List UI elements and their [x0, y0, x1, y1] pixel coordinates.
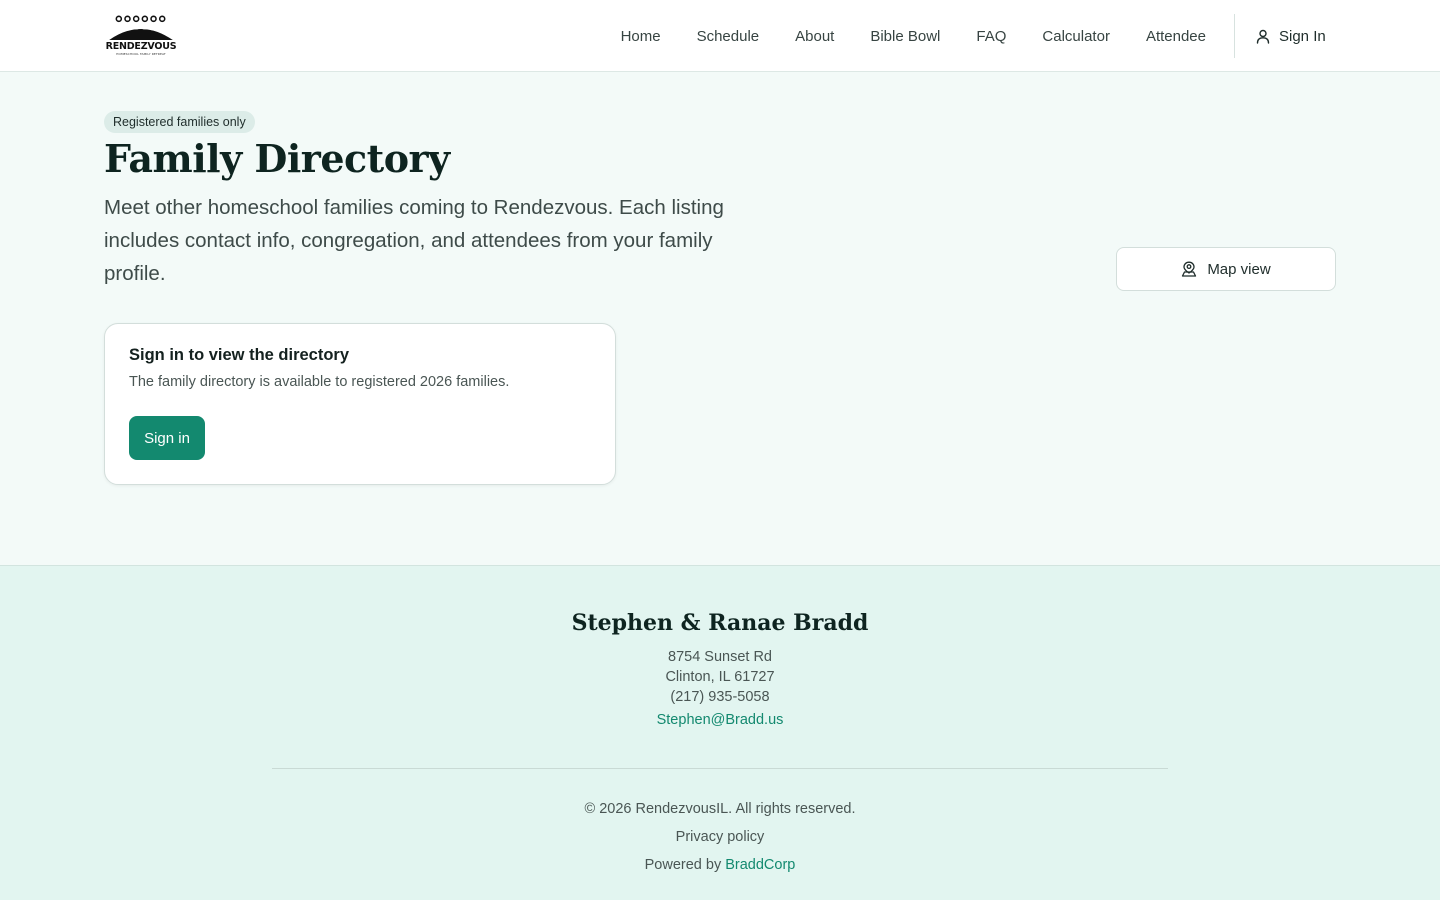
footer-divider	[272, 768, 1168, 769]
footer-address-line2: Clinton, IL 61727	[665, 669, 775, 685]
sign-in-card-text: The family directory is available to reg…	[129, 374, 510, 390]
sign-in-button[interactable]: Sign in	[129, 416, 205, 460]
site-logo[interactable]: RENDEZVOUS HOMESCHOOL FAMILY RETREAT	[104, 14, 178, 56]
sign-in-card: Sign in to view the directory The family…	[104, 323, 616, 485]
powered-by-prefix: Powered by	[644, 857, 726, 873]
footer-contact-name: Stephen & Ranae Bradd	[571, 610, 869, 636]
footer-address-line1: 8754 Sunset Rd	[668, 649, 772, 665]
header-sign-in-button[interactable]: Sign In	[1256, 0, 1326, 72]
braddcorp-link[interactable]: BraddCorp	[725, 857, 795, 873]
page-description: Meet other homeschool families coming to…	[104, 196, 724, 285]
footer-powered-by: Powered by BraddCorp	[0, 857, 1440, 873]
map-view-button[interactable]: Map view	[1116, 247, 1336, 291]
main-nav: Home Schedule About Bible Bowl FAQ Calcu…	[585, 0, 1206, 72]
sign-in-card-title: Sign in to view the directory	[129, 346, 350, 364]
logo-tagline: HOMESCHOOL FAMILY RETREAT	[116, 52, 166, 56]
footer-email-row: Stephen@Bradd.us	[0, 712, 1440, 728]
footer-email-link[interactable]: Stephen@Bradd.us	[657, 712, 784, 728]
header-sign-in-label: Sign In	[1279, 27, 1326, 45]
registered-only-badge: Registered families only	[104, 111, 255, 133]
page-title: Family Directory	[104, 136, 450, 181]
nav-about[interactable]: About	[795, 28, 834, 45]
nav-calculator[interactable]: Calculator	[1042, 28, 1110, 45]
nav-bible-bowl[interactable]: Bible Bowl	[870, 28, 940, 45]
nav-divider	[1234, 14, 1235, 58]
footer-copyright: © 2026 RendezvousIL. All rights reserved…	[584, 801, 856, 817]
footer-phone: (217) 935-5058	[670, 689, 770, 705]
nav-schedule[interactable]: Schedule	[697, 28, 760, 45]
site-header: RENDEZVOUS HOMESCHOOL FAMILY RETREAT Hom…	[0, 0, 1440, 72]
logo-emblem	[109, 15, 173, 41]
map-pin-person-icon	[1182, 261, 1197, 277]
privacy-policy-link[interactable]: Privacy policy	[676, 829, 765, 845]
nav-attendee[interactable]: Attendee	[1146, 28, 1206, 45]
site-footer: Stephen & Ranae Bradd 8754 Sunset Rd Cli…	[0, 565, 1440, 900]
nav-home[interactable]: Home	[621, 28, 661, 45]
user-icon	[1256, 29, 1270, 44]
logo-wordmark: RENDEZVOUS	[105, 41, 177, 52]
nav-faq[interactable]: FAQ	[976, 28, 1006, 45]
map-view-label: Map view	[1207, 260, 1271, 278]
footer-privacy-row: Privacy policy	[0, 829, 1440, 845]
